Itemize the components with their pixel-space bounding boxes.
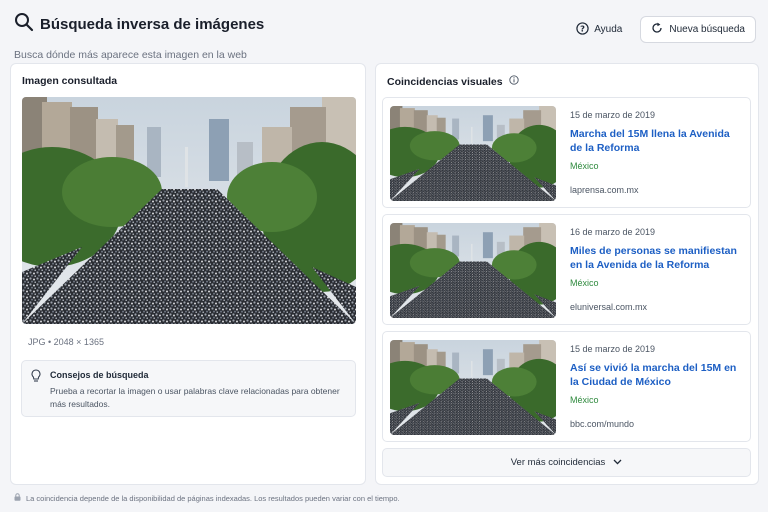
page-header: Búsqueda inversa de imágenes Busca dónde… [14,12,264,61]
page-title: Búsqueda inversa de imágenes [40,16,265,33]
match-domain: bbc.com/mundo [570,419,635,429]
title-row: Búsqueda inversa de imágenes [14,12,264,37]
match-title-link[interactable]: Miles de personas se manifiestan en la A… [570,244,742,272]
matches-panel: Coincidencias visuales 15 de marzo de 20… [375,63,759,485]
page-subtitle: Busca dónde más aparece esta imagen en l… [14,49,247,61]
match-date: 15 de marzo de 2019 [570,344,656,354]
refresh-icon [651,22,663,37]
match-thumbnail[interactable] [390,223,556,318]
lock-icon [14,493,21,503]
new-search-label: Nueva búsqueda [669,24,745,35]
matches-panel-title: Coincidencias visuales [387,75,503,88]
help-circle-icon: ? [576,21,589,38]
footer-text: La coincidencia depende de la disponibil… [26,493,400,503]
more-matches-button[interactable]: Ver más coincidencias [382,448,751,477]
tips-title: Consejos de búsqueda [50,370,149,380]
tips-body: Prueba a recortar la imagen o usar palab… [50,386,340,409]
search-icon [14,12,34,37]
match-domain: laprensa.com.mx [570,185,639,195]
lightbulb-icon [30,369,42,388]
info-icon[interactable] [508,75,519,88]
help-button[interactable]: ? Ayuda [568,17,630,43]
search-tips: Consejos de búsqueda Prueba a recortar l… [21,360,356,417]
query-panel-title: Imagen consultada [22,75,118,87]
match-country: México [570,395,599,405]
query-image[interactable] [22,97,356,324]
query-panel: Imagen consultada JPG • 2048 × 1365 Cons… [10,63,366,485]
match-thumbnail[interactable] [390,106,556,201]
new-search-button[interactable]: Nueva búsqueda [640,16,756,43]
match-card[interactable]: 16 de marzo de 2019 Miles de personas se… [382,214,751,325]
image-meta: JPG • 2048 × 1365 [28,337,104,347]
matches-panel-header: Coincidencias visuales [387,75,519,88]
match-card[interactable]: 15 de marzo de 2019 Marcha del 15M llena… [382,97,751,208]
footer-note: La coincidencia depende de la disponibil… [14,493,400,503]
match-country: México [570,161,599,171]
more-matches-label: Ver más coincidencias [510,457,606,468]
match-card[interactable]: 15 de marzo de 2019 Así se vivió la marc… [382,331,751,442]
match-title-link[interactable]: Marcha del 15M llena la Avenida de la Re… [570,127,742,155]
top-actions: ? Ayuda Nueva búsqueda [568,16,756,43]
svg-text:?: ? [580,23,585,33]
match-thumbnail[interactable] [390,340,556,435]
match-date: 16 de marzo de 2019 [570,227,656,237]
match-title-link[interactable]: Así se vivió la marcha del 15M en la Ciu… [570,361,742,389]
chevron-down-icon [613,457,622,468]
match-date: 15 de marzo de 2019 [570,110,656,120]
match-domain: eluniversal.com.mx [570,302,648,312]
help-label: Ayuda [594,24,623,35]
match-country: México [570,278,599,288]
